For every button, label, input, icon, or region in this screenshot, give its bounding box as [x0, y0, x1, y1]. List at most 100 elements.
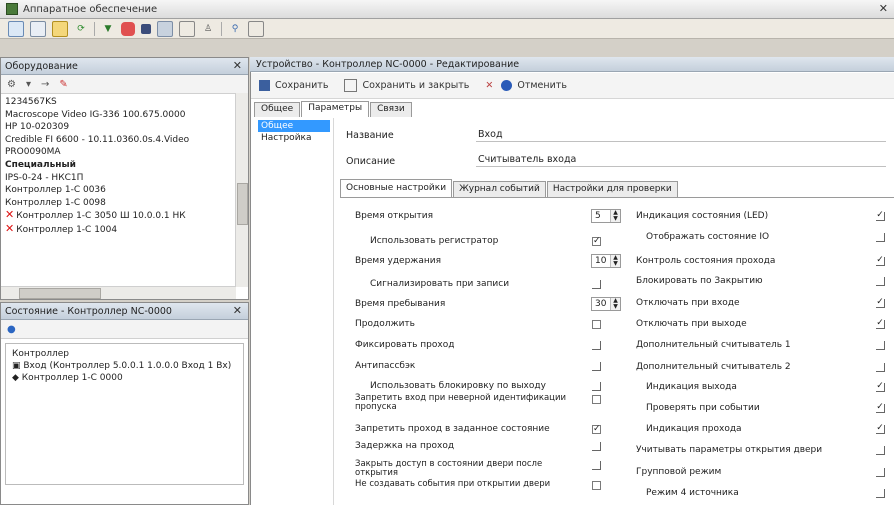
settings-icon[interactable]: ⚙: [7, 79, 16, 90]
setting-checkbox[interactable]: ✓: [592, 425, 601, 434]
tree-node[interactable]: Контроллер 1-С 0036: [5, 184, 244, 197]
app-toolbar: ⟳ ▼ ♙ ⚲: [0, 19, 894, 39]
setting-checkbox[interactable]: [876, 363, 885, 372]
setting-label: Антипассбэк: [355, 361, 416, 371]
setting-label: Время удержания: [355, 256, 442, 266]
setting-checkbox[interactable]: [876, 489, 885, 498]
tree-node-label: 1234567KS: [5, 97, 57, 107]
setting-checkbox[interactable]: ✓: [876, 298, 885, 308]
toolbar-separator: [94, 21, 95, 36]
stop-icon[interactable]: [141, 23, 151, 34]
tree-node-label: Контроллер 1-С 3050 Ш 10.0.0.1 НК: [16, 211, 186, 222]
shield-icon[interactable]: [121, 21, 135, 36]
setting-label: Использовать регистратор: [370, 236, 499, 246]
setting-checkbox[interactable]: ✓: [876, 382, 885, 392]
tree-node[interactable]: Credible FI 6600 - 10.11.0360.0s.4.Video: [5, 134, 244, 147]
stepper-arrows-icon[interactable]: ▲ ▼: [610, 210, 620, 222]
section-item-general[interactable]: Общее: [258, 120, 330, 132]
tree-node-label: Специальный: [5, 159, 76, 170]
link-icon[interactable]: ⚲: [228, 22, 242, 36]
tab-check-settings[interactable]: Настройки для проверки: [546, 181, 678, 197]
setting-checkbox[interactable]: ✓: [876, 319, 885, 329]
tree-node-label: Macroscope Video IG-336 100.675.0000: [5, 109, 186, 120]
setting-checkbox[interactable]: ✓: [876, 424, 885, 434]
setting-checkbox[interactable]: [876, 468, 885, 477]
cancel-button[interactable]: ✕ Отменить: [485, 80, 567, 91]
scrollbar-thumb[interactable]: [19, 288, 101, 299]
grid-icon[interactable]: [157, 20, 173, 37]
stepper-value: 10: [595, 256, 607, 266]
user-icon[interactable]: ♙: [201, 22, 215, 36]
description-field[interactable]: Считыватель входа: [476, 153, 886, 167]
cancel-icon: ✕: [485, 80, 494, 91]
setting-checkbox[interactable]: [592, 382, 601, 391]
refresh-icon[interactable]: ⟳: [74, 22, 88, 36]
tree-node[interactable]: ✕ Контроллер 1-С 1004: [5, 223, 244, 237]
tab-general[interactable]: Общее: [254, 102, 301, 117]
setting-checkbox[interactable]: [592, 461, 601, 470]
copy-icon[interactable]: [179, 20, 195, 37]
number-stepper[interactable]: 30 ▲ ▼: [591, 297, 621, 311]
tree-node-label: Контроллер 1-С 0098: [5, 197, 106, 208]
tree-node[interactable]: IPS-0-24 - НКС1П: [5, 172, 244, 185]
arrow-down-icon[interactable]: ▾: [26, 79, 31, 90]
filter-icon[interactable]: ▼: [101, 22, 115, 36]
tab-event-log[interactable]: Журнал событий: [453, 181, 546, 197]
setting-checkbox[interactable]: ✓: [592, 237, 601, 246]
setting-label: Использовать блокировку по выходу: [370, 381, 546, 391]
setting-checkbox[interactable]: ✓: [876, 256, 885, 266]
tree-node[interactable]: Специальный: [5, 159, 244, 172]
setting-checkbox[interactable]: [592, 481, 601, 490]
setting-checkbox[interactable]: [592, 362, 601, 371]
edit-icon[interactable]: ✎: [59, 79, 67, 90]
number-stepper[interactable]: 5 ▲ ▼: [591, 209, 621, 223]
setting-checkbox[interactable]: [876, 233, 885, 242]
new-icon[interactable]: [8, 20, 24, 37]
chart-icon[interactable]: [248, 20, 264, 37]
tab-basic-settings[interactable]: Основные настройки: [340, 179, 453, 197]
setting-checkbox[interactable]: ✓: [876, 403, 885, 413]
setting-checkbox[interactable]: [592, 280, 601, 289]
vertical-scrollbar[interactable]: [235, 93, 248, 287]
setting-label: Отключать при выходе: [636, 319, 747, 329]
number-stepper[interactable]: 10 ▲ ▼: [591, 254, 621, 268]
tab-links[interactable]: Связи: [370, 102, 412, 117]
stepper-arrows-icon[interactable]: ▲ ▼: [610, 255, 620, 267]
save-button[interactable]: Сохранить: [259, 80, 328, 91]
setting-label: Индикация прохода: [646, 424, 742, 434]
setting-label: Дополнительный считыватель 1: [636, 340, 791, 350]
list-icon[interactable]: [30, 20, 46, 37]
setting-checkbox[interactable]: [876, 341, 885, 350]
window-close-icon[interactable]: ✕: [879, 2, 888, 15]
setting-checkbox[interactable]: [876, 446, 885, 455]
info-icon[interactable]: ●: [7, 324, 16, 335]
divider: [333, 118, 334, 505]
folder-icon[interactable]: [52, 20, 68, 37]
tree-node[interactable]: HP 10-020309: [5, 121, 244, 134]
scrollbar-thumb[interactable]: [237, 183, 248, 225]
save-icon: [259, 80, 270, 91]
close-icon[interactable]: ✕: [233, 59, 242, 72]
save-close-icon: [344, 79, 358, 92]
setting-checkbox[interactable]: [876, 277, 885, 286]
save-close-button[interactable]: Сохранить и закрыть: [344, 79, 469, 92]
tab-parameters[interactable]: Параметры: [301, 101, 370, 117]
stepper-value: 30: [595, 299, 607, 309]
name-field[interactable]: Вход: [476, 128, 886, 142]
tree-node[interactable]: Контроллер 1-С 0098: [5, 197, 244, 210]
close-icon[interactable]: ✕: [233, 304, 242, 317]
setting-checkbox[interactable]: [592, 442, 601, 451]
tree-node[interactable]: PRO0090MA: [5, 146, 244, 159]
stepper-arrows-icon[interactable]: ▲ ▼: [610, 298, 620, 310]
section-item-settings[interactable]: Настройка: [258, 132, 330, 144]
tree-node[interactable]: ✕ Контроллер 1-С 3050 Ш 10.0.0.1 НК: [5, 209, 244, 223]
setting-checkbox[interactable]: [592, 320, 601, 329]
arrow-right-icon[interactable]: →: [41, 79, 49, 90]
setting-checkbox[interactable]: ✓: [876, 211, 885, 221]
setting-checkbox[interactable]: [592, 395, 601, 404]
setting-checkbox[interactable]: [592, 341, 601, 350]
horizontal-scrollbar[interactable]: [1, 286, 236, 299]
tree-node[interactable]: Macroscope Video IG-336 100.675.0000: [5, 109, 244, 122]
tree-node[interactable]: 1234567KS: [5, 96, 244, 109]
equipment-toolbar: ⚙ ▾ → ✎: [1, 75, 248, 94]
